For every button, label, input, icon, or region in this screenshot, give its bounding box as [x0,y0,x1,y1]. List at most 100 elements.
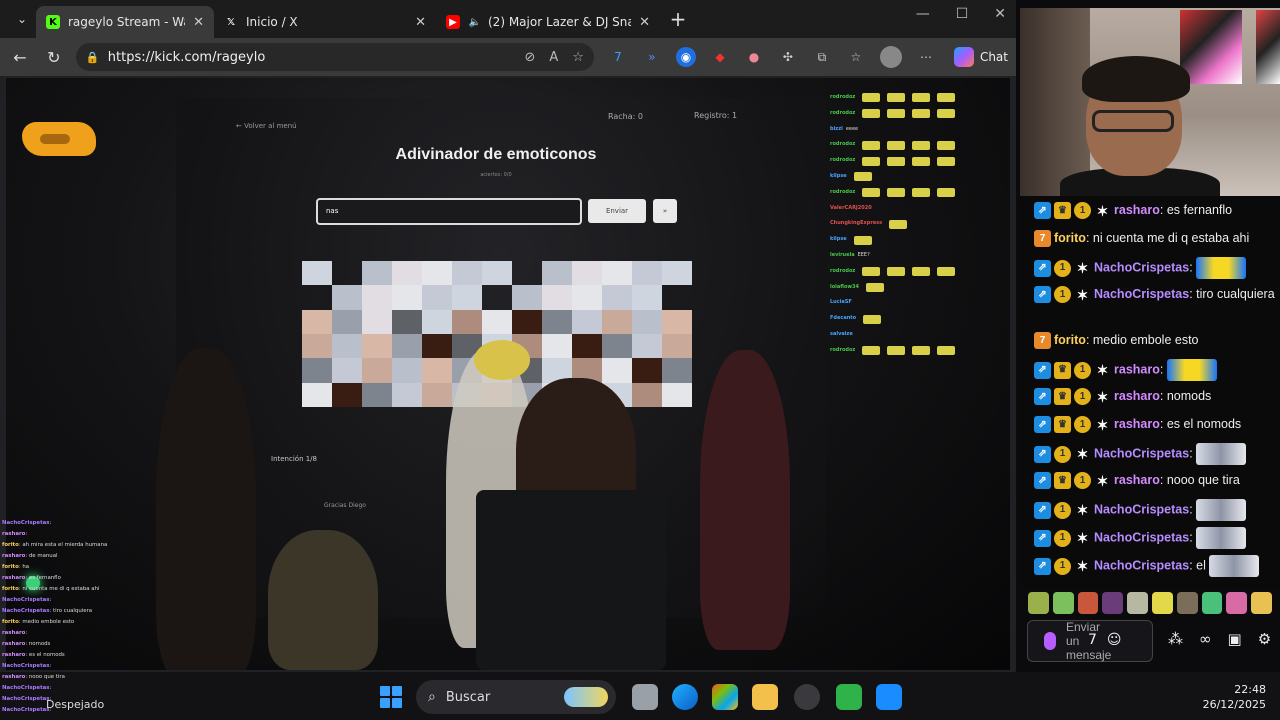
extension-icon[interactable]: ◆ [710,47,730,67]
app-icon[interactable] [836,684,862,710]
overlay-chat-line: LuciaSF [830,295,990,311]
url-field[interactable]: 🔒 https://kick.com/rageylo ⊘ A ☆ [75,43,594,71]
chat-text: ni cuenta me di q estaba ahi [1092,231,1250,245]
close-tab-icon[interactable]: ✕ [415,15,426,30]
overlay-emote [937,93,956,103]
chat-username[interactable]: rasharo [1114,203,1160,217]
overlay-chat-user: salvaize [830,330,853,337]
edge-browser-icon[interactable] [672,684,698,710]
close-tab-icon[interactable]: ✕ [193,15,204,30]
chat-username[interactable]: forito [1054,333,1086,347]
chat-username[interactable]: NachoCrispetas [1094,558,1189,572]
store-app-icon[interactable] [712,684,738,710]
emote-button[interactable] [1176,592,1198,614]
tab-actions-icon[interactable]: ⌄ [8,5,36,33]
chat-toolbar: ⁂ ∞ ▣ ⚙ [1168,630,1271,648]
refresh-icon[interactable]: ↻ [40,43,68,71]
tab-kick[interactable]: K rageylo Stream - Watch Live o ✕ [36,6,214,38]
favorites-icon[interactable]: ☆ [846,47,866,67]
emote-button[interactable] [1226,592,1248,614]
mosaic-pixel [632,382,662,407]
emoji-icon[interactable]: ☺ [1107,632,1122,648]
weather-widget[interactable]: Despejado [46,698,104,711]
chat-username[interactable]: NachoCrispetas [1094,530,1189,544]
favorite-star-icon[interactable]: ☆ [572,50,584,65]
tab-youtube[interactable]: ▶ 🔈 (2) Major Lazer & DJ Snake - I ✕ [436,6,660,38]
emote-button[interactable] [1028,592,1049,614]
extension-icon[interactable]: ◉ [675,47,696,67]
mosaic-pixel [602,358,632,383]
overlay-chat-line: lolaflow34 [830,280,990,296]
overlay-chat-line: NachoCrispetas: [2,685,52,691]
read-aloud-icon[interactable]: A [549,50,558,65]
star-badge-icon: ✶ [1096,388,1109,405]
profile-avatar[interactable] [879,46,902,68]
app-icon[interactable] [876,684,902,710]
new-tab-icon[interactable]: + [664,7,692,31]
close-tab-icon[interactable]: ✕ [639,15,650,30]
chat-username[interactable]: forito [1054,231,1086,245]
chat-panel: ⇗ ♛ 1 ✶ rasharo: es fernanflo 7 forito: ni cue… [1020,196,1280,588]
infinity-icon[interactable]: ∞ [1199,630,1212,648]
subscriber-badge-icon: 1 [1054,259,1071,277]
system-clock[interactable]: 22:48 26/12/2025 [1203,682,1266,712]
emote-button[interactable] [1077,592,1099,614]
search-icon: ⌕ [428,689,436,705]
emote-bar [1028,590,1272,616]
badge-group: ⇗ 1 ✶ [1034,445,1091,463]
extension-icon[interactable]: » [642,47,662,67]
back-icon[interactable]: ← [6,43,34,71]
stream-video[interactable]: ← Volver al menú Racha: 0 Registro: 1 Ad… [6,78,1010,670]
7tv-emote-icon[interactable]: 7 [1088,632,1097,648]
close-window-icon[interactable]: ✕ [994,6,1006,22]
emote-button[interactable] [1052,592,1074,614]
chat-username[interactable]: NachoCrispetas [1094,287,1189,301]
settings-gear-icon[interactable]: ⚙ [1258,630,1271,648]
overlay-chat-line: NachoCrispetas: [2,663,52,669]
extension-icon[interactable]: ● [744,47,764,67]
emote-button[interactable] [1151,592,1173,614]
chat-username[interactable]: rasharo [1114,417,1160,431]
extensions-puzzle-icon[interactable]: ✣ [778,47,798,67]
taskbar-search[interactable]: ⌕ Buscar [416,680,616,714]
chat-username[interactable]: rasharo [1114,389,1160,403]
more-menu-icon[interactable]: ⋯ [916,47,936,67]
windows-start-icon[interactable] [380,686,402,708]
site-info-icon[interactable]: 🔒 [86,51,100,64]
overlay-chat-user: rodrodoz [830,188,856,195]
tab-x[interactable]: 𝕏 Inicio / X ✕ [214,6,436,38]
chat-username[interactable]: rasharo [1114,473,1160,487]
minimize-icon[interactable]: — [916,6,930,22]
file-explorer-icon[interactable] [752,684,778,710]
store-icon[interactable]: ▣ [1228,630,1242,648]
emote-button[interactable] [1102,592,1124,614]
users-icon[interactable]: ⁂ [1168,630,1183,648]
split-screen-icon[interactable]: ⧉ [812,47,832,67]
mosaic-pixel [392,309,422,334]
emote-button[interactable] [1201,592,1223,614]
chat-username[interactable]: NachoCrispetas [1094,446,1189,460]
task-view-icon[interactable] [632,684,658,710]
chat-username[interactable]: rasharo [1114,362,1160,376]
microphone-icon[interactable] [1044,632,1056,650]
overlay-emote [937,156,956,166]
webcam-feed [1020,8,1280,203]
speaker-icon[interactable]: 🔈 [468,15,482,29]
chat-username[interactable]: NachoCrispetas [1094,502,1189,516]
extension-7tv-icon[interactable]: 7 [608,47,628,67]
badge-group: ⇗ ♛ 1 ✶ [1034,202,1111,220]
obs-icon[interactable] [794,684,820,710]
mosaic-pixel [422,358,452,383]
tracking-icon[interactable]: ⊘ [524,50,535,65]
emote-button[interactable] [1127,592,1148,614]
subscriber-badge-icon: 1 [1054,557,1071,575]
copilot-chat-button[interactable]: Chat [946,43,1016,71]
game-skip-button: » [653,199,677,223]
overlay-chat-line: rodrodoz [830,343,990,359]
emote-button[interactable] [1251,592,1272,614]
chat-username[interactable]: NachoCrispetas [1094,260,1189,274]
maximize-icon[interactable]: ☐ [956,6,969,22]
overlay-chat-line: rodrodoz [830,264,990,280]
youtube-icon: ▶ [446,15,460,29]
clock-date: 26/12/2025 [1202,698,1266,711]
